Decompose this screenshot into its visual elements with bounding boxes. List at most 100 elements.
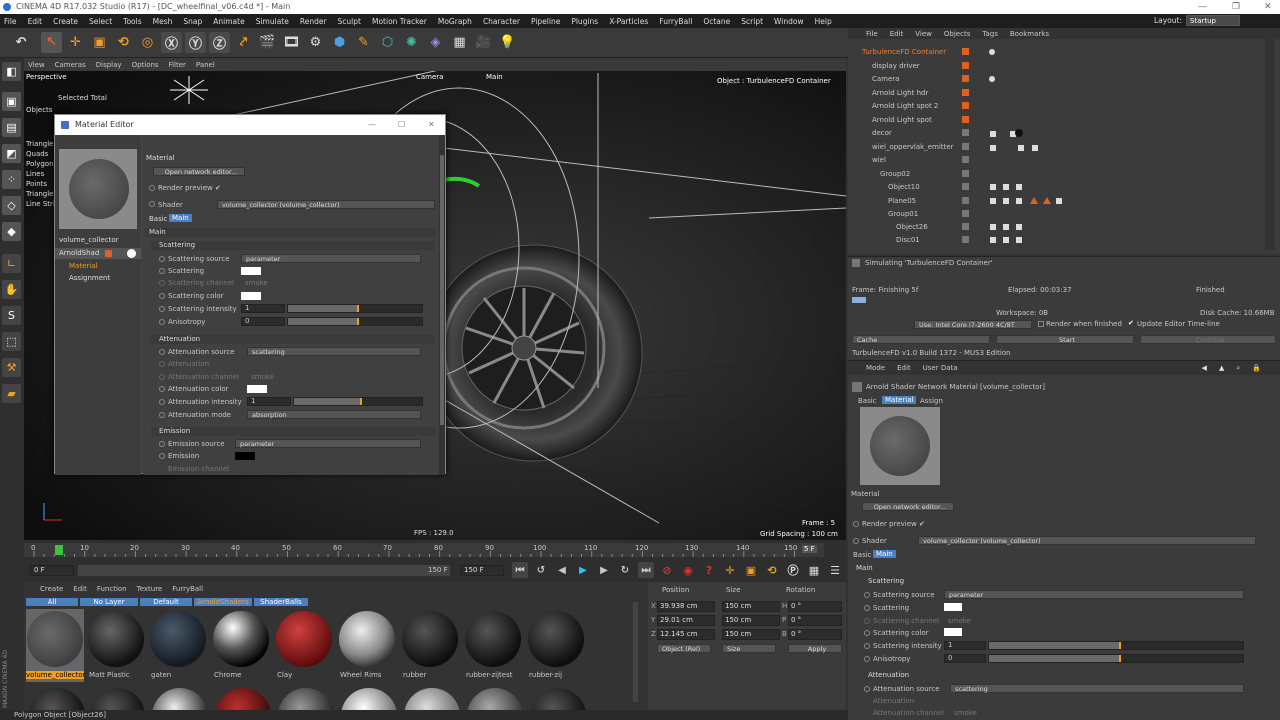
- menu-file[interactable]: File: [4, 17, 17, 26]
- filter-arnoldshaders[interactable]: ArnoldShaders: [194, 597, 252, 606]
- mat-ball-row2-6[interactable]: [341, 688, 397, 710]
- world-coord-icon[interactable]: ⤤: [233, 32, 254, 53]
- object-row-group02[interactable]: Group02: [880, 170, 910, 183]
- tweak-icon[interactable]: ✋: [2, 280, 21, 299]
- coord-mode-dropdown[interactable]: Object (Rel): [657, 644, 711, 653]
- object-row-camera[interactable]: Camera: [872, 75, 899, 88]
- menu-pipeline[interactable]: Pipeline: [531, 17, 560, 26]
- camera-icon[interactable]: 🎥: [473, 32, 494, 53]
- attenuation-mode-anim[interactable]: [159, 412, 165, 418]
- material-slot-matt-plastic[interactable]: Matt Plastic: [87, 609, 145, 682]
- cube-icon[interactable]: ⬢: [329, 32, 350, 53]
- attenuation-intensity-slider[interactable]: [293, 397, 423, 406]
- undo-icon[interactable]: ↶: [4, 32, 38, 53]
- key-position-icon[interactable]: ✛: [722, 562, 738, 578]
- scattering-swatch[interactable]: [241, 267, 261, 275]
- material-slot-clay[interactable]: Clay: [275, 609, 333, 682]
- playhead[interactable]: [55, 545, 63, 555]
- key-param-icon[interactable]: Ⓟ: [785, 562, 801, 578]
- scale-tool-icon[interactable]: ✛: [65, 32, 86, 53]
- attr-shader-dropdown[interactable]: volume_collector (volume_collector): [918, 536, 1256, 545]
- attr-tab-assign[interactable]: Assign: [920, 397, 943, 405]
- minimize-icon[interactable]: —: [1198, 0, 1207, 14]
- attr-shader-anim[interactable]: [853, 538, 859, 544]
- object-row-disc01[interactable]: Disc01: [896, 236, 920, 249]
- floor-icon[interactable]: ▦: [449, 32, 470, 53]
- object-row-light-hdr[interactable]: Arnold Light hdr: [872, 89, 928, 102]
- size-x-field[interactable]: 150 cm: [722, 601, 780, 612]
- vp-menu-display[interactable]: Display: [96, 61, 122, 69]
- vp-menu-panel[interactable]: Panel: [196, 61, 215, 69]
- layout-dropdown[interactable]: Startup: [1186, 15, 1240, 26]
- menu-render[interactable]: Render: [300, 17, 327, 26]
- menu-select[interactable]: Select: [89, 17, 112, 26]
- menu-snap[interactable]: Snap: [183, 17, 202, 26]
- filter-default[interactable]: Default: [140, 597, 192, 606]
- mated-scrollbar[interactable]: [439, 135, 445, 475]
- x-axis-icon[interactable]: Ⓧ: [161, 32, 182, 53]
- menu-window[interactable]: Window: [774, 17, 804, 26]
- menu-animate[interactable]: Animate: [213, 17, 244, 26]
- material-slot-rubber-zij[interactable]: rubber-zij: [527, 609, 585, 682]
- shader-link-icon[interactable]: [127, 249, 136, 258]
- anisotropy-slider[interactable]: [287, 317, 423, 326]
- om-menu-edit[interactable]: Edit: [890, 30, 904, 38]
- mat-ball-row2-1[interactable]: [29, 688, 85, 710]
- om-menu-tags[interactable]: Tags: [982, 30, 998, 38]
- preview-range-bar[interactable]: 150 F: [78, 565, 450, 576]
- tab-main[interactable]: Main: [169, 214, 192, 222]
- material-slot-wheel-rims[interactable]: Wheel Rims: [338, 609, 396, 682]
- timeline-ruler[interactable]: 0 10 20 30 40 50 60 70 80 90 100 110 120…: [24, 543, 824, 557]
- vp-menu-options[interactable]: Options: [132, 61, 159, 69]
- attr-anisotropy-anim[interactable]: [864, 656, 870, 662]
- scattering-anim[interactable]: [159, 268, 165, 274]
- key-pla-icon[interactable]: ▦: [806, 562, 822, 578]
- attr-menu-edit[interactable]: Edit: [897, 364, 911, 372]
- material-slot-gaten[interactable]: gaten: [149, 609, 207, 682]
- render-view-icon[interactable]: 🎬: [257, 32, 278, 53]
- apply-button[interactable]: Apply: [788, 644, 842, 653]
- anisotropy-field[interactable]: 0: [241, 317, 285, 326]
- menu-plugins[interactable]: Plugins: [571, 17, 598, 26]
- object-row-turbulencefd[interactable]: TurbulenceFD Container: [862, 48, 946, 61]
- attr-attenuation-source-anim[interactable]: [864, 686, 870, 692]
- render-picture-icon[interactable]: 🎞: [281, 32, 302, 53]
- cache-dropdown[interactable]: Cache: [852, 335, 990, 344]
- start-button[interactable]: Start: [996, 335, 1134, 344]
- mm-menu-edit[interactable]: Edit: [73, 585, 87, 593]
- size-z-field[interactable]: 150 cm: [722, 629, 780, 640]
- axis-icon[interactable]: ∟: [2, 254, 21, 273]
- mat-ball-row2-4[interactable]: [215, 688, 271, 710]
- attenuation-intensity-field[interactable]: 1: [247, 397, 291, 406]
- planar-workplane-icon[interactable]: ▰: [2, 384, 21, 403]
- record-icon[interactable]: ⊘: [659, 562, 675, 578]
- mated-close-icon[interactable]: ✕: [428, 115, 435, 135]
- rot-p-field[interactable]: 0 °: [788, 615, 842, 626]
- attenuation-anim[interactable]: [159, 361, 165, 367]
- attr-lock-icon[interactable]: 🔒: [1252, 364, 1261, 372]
- move-tool-icon[interactable]: ↖: [41, 32, 62, 53]
- shader-anim[interactable]: [149, 201, 155, 207]
- scattering-intensity-anim[interactable]: [159, 306, 165, 312]
- mat-ball-row2-8[interactable]: [467, 688, 523, 710]
- attenuation-channel-value[interactable]: smoke: [251, 373, 274, 381]
- attr-scattering-channel-anim[interactable]: [864, 618, 870, 624]
- emission-source-dropdown[interactable]: parameter: [235, 439, 421, 448]
- menu-help[interactable]: Help: [815, 17, 832, 26]
- menu-script[interactable]: Script: [741, 17, 763, 26]
- next-key-icon[interactable]: ↻: [617, 562, 633, 578]
- close-icon[interactable]: ✕: [1264, 0, 1272, 14]
- object-row-group01[interactable]: Group01: [888, 210, 918, 223]
- scattering-channel-anim[interactable]: [159, 280, 165, 286]
- play-icon[interactable]: ▶: [575, 562, 591, 578]
- emission-swatch[interactable]: [235, 452, 255, 460]
- pos-z-field[interactable]: 12.145 cm: [657, 629, 715, 640]
- points-mode-icon[interactable]: ⁘: [2, 170, 21, 189]
- coord-size-dropdown[interactable]: Size: [722, 644, 776, 653]
- end-frame-field[interactable]: 150 F: [460, 565, 504, 576]
- filter-no-layer[interactable]: No Layer: [80, 597, 138, 606]
- attr-scattering-channel-value[interactable]: smoke: [948, 617, 971, 625]
- om-menu-view[interactable]: View: [915, 30, 932, 38]
- scattering-source-dropdown[interactable]: parameter: [241, 254, 421, 263]
- make-editable-icon[interactable]: ◧: [2, 62, 21, 81]
